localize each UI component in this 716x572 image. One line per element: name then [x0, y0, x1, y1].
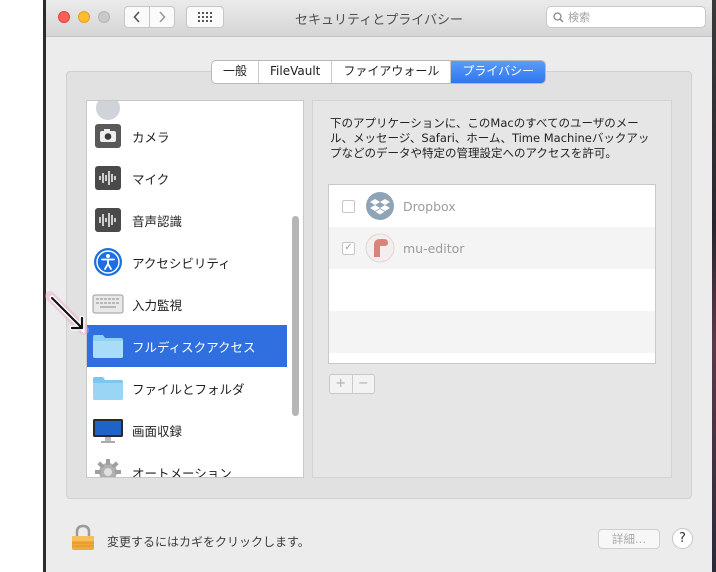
sidebar-item-speech-recognition[interactable]: 音声認識: [87, 199, 287, 241]
tab-firewall[interactable]: ファイアウォール: [332, 61, 452, 83]
sidebar-item-full-disk-access[interactable]: フルディスクアクセス: [87, 325, 287, 367]
speech-recognition-icon: [95, 208, 121, 232]
tab-general[interactable]: 一般: [212, 61, 260, 83]
sidebar-item-input-monitoring[interactable]: 入力監視: [87, 283, 287, 325]
add-remove-control: + −: [329, 374, 375, 394]
sidebar-item-label: カメラ: [132, 129, 170, 145]
search-icon: [553, 11, 564, 22]
sidebar-item-label: 入力監視: [132, 297, 183, 313]
sidebar-item-automation[interactable]: オートメーション: [87, 451, 287, 478]
desktop-edge-right: [712, 0, 716, 572]
app-checkbox[interactable]: [342, 199, 355, 213]
sidebar-item-label: アクセシビリティ: [132, 255, 231, 271]
sidebar-item-camera[interactable]: カメラ: [87, 115, 287, 157]
description-text: 下のアプリケーションに、このMacのすべてのユーザのメール、メッセージ、Safa…: [330, 116, 650, 160]
microphone-icon: [95, 166, 121, 190]
accessibility-icon: [94, 248, 122, 276]
app-list[interactable]: Dropbox ✓ mu-editor: [328, 184, 656, 364]
app-row-mu-editor[interactable]: ✓ mu-editor: [329, 227, 655, 269]
sidebar-item-label: マイク: [132, 171, 170, 187]
sidebar-item-label: 画面収録: [132, 423, 183, 439]
folder-icon: [93, 335, 123, 358]
preferences-window: セキュリティとプライバシー 検索 一般 FileVault ファイアウォール プ…: [46, 0, 712, 572]
tab-bar: 一般 FileVault ファイアウォール プライバシー: [211, 60, 547, 84]
app-checkbox-checked[interactable]: ✓: [342, 241, 355, 255]
sidebar-item-label: オートメーション: [132, 465, 232, 478]
app-row-empty: [329, 269, 655, 311]
search-placeholder: 検索: [568, 11, 590, 24]
arrow-cursor-icon: [45, 291, 89, 335]
search-field[interactable]: 検索: [546, 6, 706, 28]
camera-icon: [95, 124, 121, 148]
remove-app-button[interactable]: −: [351, 375, 375, 393]
sidebar-item-files-and-folders[interactable]: ファイルとフォルダ: [87, 367, 287, 409]
sidebar-item-accessibility[interactable]: アクセシビリティ: [87, 241, 287, 283]
tab-filevault[interactable]: FileVault: [259, 61, 333, 83]
lock-icon: [72, 524, 94, 550]
app-name: Dropbox: [403, 198, 456, 214]
tab-privacy[interactable]: プライバシー: [451, 61, 546, 83]
sidebar-item-label: フルディスクアクセス: [132, 339, 256, 355]
app-name: mu-editor: [403, 240, 465, 256]
add-app-button[interactable]: +: [330, 375, 352, 393]
lock-hint: 変更するにはカギをクリックします。: [107, 535, 310, 549]
privacy-category-list[interactable]: カメラ マイク 音声認識 アクセシビリティ 入力監視 フルディスクアクセス ファ…: [86, 100, 304, 478]
app-row-dropbox[interactable]: Dropbox: [329, 185, 655, 227]
keyboard-icon: [92, 294, 124, 314]
folder-icon: [93, 377, 123, 400]
lock-button[interactable]: [70, 524, 96, 556]
help-button[interactable]: ?: [672, 528, 693, 549]
app-row-empty: [329, 311, 655, 353]
sidebar-item-label: 音声認識: [132, 213, 183, 229]
dropbox-icon: [366, 192, 394, 220]
advanced-button[interactable]: 詳細...: [598, 529, 660, 549]
sidebar-scrollbar[interactable]: [292, 216, 299, 416]
sidebar-item-screen-recording[interactable]: 画面収録: [87, 409, 287, 451]
gear-icon: [95, 459, 121, 477]
mu-editor-icon: [365, 233, 395, 263]
title-bar: セキュリティとプライバシー 検索: [46, 0, 712, 37]
sidebar-item-microphone[interactable]: マイク: [87, 157, 287, 199]
display-icon: [93, 419, 123, 443]
sidebar-item-label: ファイルとフォルダ: [132, 381, 245, 397]
